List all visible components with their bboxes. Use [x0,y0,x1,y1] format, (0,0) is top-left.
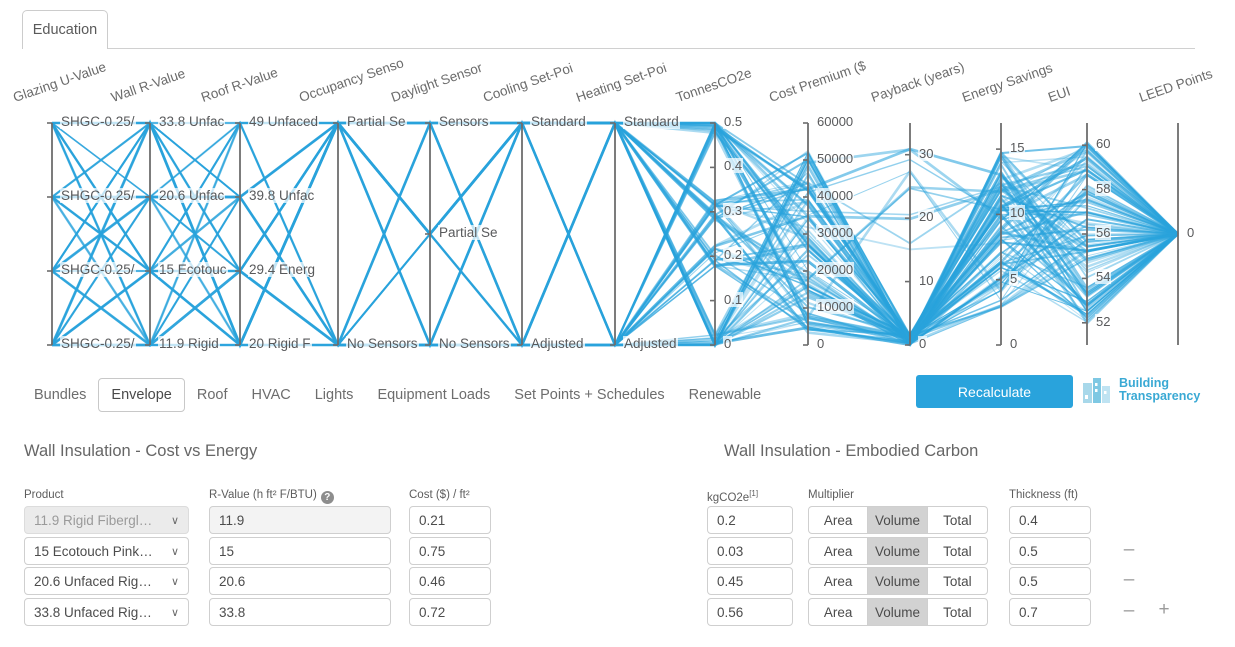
product-select-value: 20.6 Unfaced Rig… [34,573,152,589]
subtab-label: HVAC [251,387,291,403]
remove-row-button-2[interactable]: – [1120,570,1138,589]
multiplier-toggle-3[interactable]: Area Volume Total [808,598,988,626]
left-col-cost: Cost ($) / ft² [409,489,470,501]
subtab-label: Equipment Loads [377,387,491,403]
multiplier-option-total[interactable]: Total [928,507,987,533]
pcp-canvas [47,119,1179,349]
multiplier-option-total[interactable]: Total [928,538,987,564]
footnote-marker: [1] [749,489,759,498]
rvalue-input-2[interactable]: 20.6 [209,567,391,595]
multiplier-option-total[interactable]: Total [928,599,987,625]
subtab-roof[interactable]: Roof [185,379,240,411]
thickness-input-0[interactable]: 0.4 [1009,506,1091,534]
remove-row-button-3[interactable]: – [1120,601,1138,620]
logo-line-2: Transparency [1119,389,1201,403]
multiplier-option-area[interactable]: Area [809,568,869,594]
subtab-set-points-schedules[interactable]: Set Points + Schedules [502,379,676,411]
cost-input-3[interactable]: 0.72 [409,598,491,626]
subtab-label: Lights [314,387,354,403]
subtab-label: Envelope [111,387,172,403]
multiplier-option-area[interactable]: Area [809,599,869,625]
right-col-thickness: Thickness (ft) [1009,489,1079,501]
thickness-input-1[interactable]: 0.5 [1009,537,1091,565]
left-col-rvalue-text: R-Value (h ft² F/BTU) [209,489,317,501]
recalculate-button[interactable]: Recalculate [916,375,1073,408]
cost-input-0[interactable]: 0.21 [409,506,491,534]
subtab-renewable[interactable]: Renewable [677,379,774,411]
chevron-down-icon[interactable]: ∨ [171,575,179,588]
multiplier-toggle-0[interactable]: Area Volume Total [808,506,988,534]
subtab-equipment-loads[interactable]: Equipment Loads [365,379,502,411]
remove-row-button-1[interactable]: – [1120,540,1138,559]
left-col-rvalue: R-Value (h ft² F/BTU)? [209,489,334,504]
left-panel-title: Wall Insulation - Cost vs Energy [24,442,258,460]
add-row-button[interactable]: + [1155,600,1173,619]
kgco2e-input-3[interactable]: 0.56 [707,598,793,626]
chevron-down-icon[interactable]: ∨ [171,606,179,619]
rvalue-input-3[interactable]: 33.8 [209,598,391,626]
subtab-label: Bundles [34,387,87,403]
subtab-label: Renewable [688,387,762,403]
kgco2e-input-2[interactable]: 0.45 [707,567,793,595]
right-col-kgco2e: kgCO2e[1] [707,489,758,504]
multiplier-option-total[interactable]: Total [928,568,987,594]
product-select-2[interactable]: 20.6 Unfaced Rig… ∨ [24,567,189,595]
product-select-value: 11.9 Rigid Fibergl… [34,512,153,528]
rvalue-input-0[interactable]: 11.9 [209,506,391,534]
multiplier-option-volume[interactable]: Volume [868,538,928,564]
multiplier-toggle-2[interactable]: Area Volume Total [808,567,988,595]
right-col-multiplier: Multiplier [808,489,855,501]
subtab-label: Roof [196,387,228,403]
help-icon[interactable]: ? [320,491,334,504]
left-col-product: Product [24,489,64,501]
multiplier-option-area[interactable]: Area [809,538,869,564]
top-tab-strip: Education [0,0,1235,50]
product-select-3[interactable]: 33.8 Unfaced Rig… ∨ [24,598,189,626]
category-tab-bar[interactable]: Bundles Envelope Roof HVAC Lights Equipment L… [22,376,773,414]
rvalue-input-1[interactable]: 15 [209,537,391,565]
tab-education[interactable]: Education [22,10,108,49]
subtab-label: Set Points + Schedules [514,387,665,403]
thickness-input-2[interactable]: 0.5 [1009,567,1091,595]
chevron-down-icon[interactable]: ∨ [171,545,179,558]
product-select-0[interactable]: 11.9 Rigid Fibergl… ∨ [24,506,189,534]
subtab-envelope[interactable]: Envelope [98,378,185,412]
building-icon [1083,378,1110,403]
subtab-bundles[interactable]: Bundles [22,379,98,411]
product-select-1[interactable]: 15 Ecotouch Pink… ∨ [24,537,189,565]
parallel-coordinates-chart[interactable]: SHGC-0.25/SHGC-0.25/SHGC-0.25/SHGC-0.25/… [0,50,1235,368]
right-col-kgco2e-text: kgCO2e [707,491,750,504]
subtab-lights[interactable]: Lights [303,379,366,411]
multiplier-option-area[interactable]: Area [809,507,869,533]
kgco2e-input-1[interactable]: 0.03 [707,537,793,565]
right-panel-title: Wall Insulation - Embodied Carbon [724,442,979,460]
multiplier-toggle-1[interactable]: Area Volume Total [808,537,988,565]
product-select-value: 33.8 Unfaced Rig… [34,604,152,620]
subtab-hvac[interactable]: HVAC [240,379,303,411]
product-select-value: 15 Ecotouch Pink… [34,543,153,559]
cost-input-2[interactable]: 0.46 [409,567,491,595]
cost-input-1[interactable]: 0.75 [409,537,491,565]
kgco2e-input-0[interactable]: 0.2 [707,506,793,534]
tab-education-label: Education [32,22,98,38]
building-transparency-logo[interactable]: Building Transparency [1082,376,1200,404]
multiplier-option-volume[interactable]: Volume [868,599,928,625]
multiplier-option-volume[interactable]: Volume [868,507,928,533]
multiplier-option-volume[interactable]: Volume [868,568,928,594]
logo-line-1: Building [1119,375,1169,390]
chevron-down-icon[interactable]: ∨ [171,514,179,527]
thickness-input-3[interactable]: 0.7 [1009,598,1091,626]
tab-strip-baseline [108,48,1195,49]
